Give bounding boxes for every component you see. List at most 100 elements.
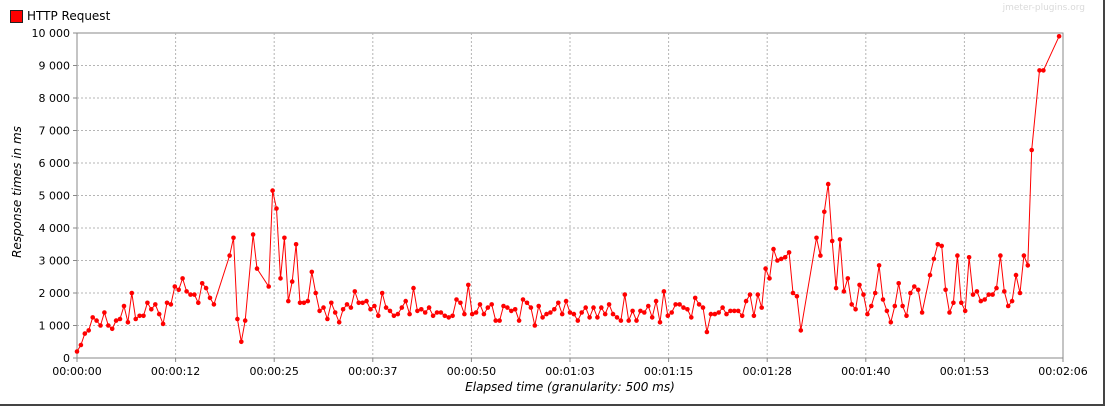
data-point <box>387 308 393 314</box>
data-point <box>724 311 729 317</box>
data-point <box>372 303 377 309</box>
data-point <box>227 253 232 258</box>
data-point <box>497 318 502 323</box>
data-point <box>587 315 592 320</box>
data-point <box>782 254 788 260</box>
data-point <box>207 295 213 301</box>
y-axis: 0 1 000 2 000 3 000 4 000 5 000 6 000 7 000 8 00… <box>32 27 77 365</box>
data-point <box>622 292 628 297</box>
data-point <box>1002 289 1007 294</box>
data-point <box>266 284 272 289</box>
data-point <box>278 276 283 281</box>
data-point <box>908 290 913 296</box>
data-point <box>477 302 483 307</box>
data-point <box>383 305 389 310</box>
data-point <box>947 310 952 315</box>
data-point <box>661 289 667 294</box>
y-tick-label: 3 000 <box>39 255 71 268</box>
data-point <box>199 281 205 286</box>
data-point <box>90 315 95 320</box>
data-point <box>751 313 757 319</box>
data-point <box>505 305 510 310</box>
data-point <box>998 253 1003 258</box>
data-point <box>966 254 972 260</box>
data-point <box>786 250 792 255</box>
data-point <box>579 310 584 315</box>
data-point <box>912 284 917 289</box>
data-point <box>959 300 964 306</box>
data-point <box>841 289 847 294</box>
data-point <box>274 206 279 211</box>
data-point <box>970 292 976 297</box>
y-tick-label: 9 000 <box>39 60 71 73</box>
x-tick-label: 00:01:15 <box>644 365 693 378</box>
data-point <box>145 300 150 306</box>
data-point <box>634 318 639 323</box>
data-point <box>176 287 181 293</box>
data-point <box>430 313 436 319</box>
data-point <box>630 308 635 314</box>
x-tick-label: 00:01:03 <box>545 365 594 378</box>
data-point <box>872 290 878 296</box>
data-point <box>286 298 291 304</box>
data-point <box>1041 68 1046 73</box>
y-tick-label: 7 000 <box>39 125 71 138</box>
data-point <box>943 287 948 293</box>
data-point <box>395 311 401 317</box>
data-point <box>239 339 244 345</box>
data-point <box>595 315 600 320</box>
data-point <box>309 269 315 275</box>
data-point <box>798 328 804 333</box>
data-point <box>348 305 354 310</box>
y-tick-label: 2 000 <box>39 287 71 300</box>
data-point <box>180 276 185 281</box>
line-chart: 0 1 000 2 000 3 000 4 000 5 000 6 000 7 000 8 00… <box>10 27 1088 394</box>
data-point <box>305 298 311 304</box>
data-point <box>771 246 776 252</box>
data-point <box>203 285 209 291</box>
data-point <box>606 302 612 307</box>
data-point <box>168 302 174 307</box>
data-point <box>250 232 256 237</box>
data-point <box>888 320 894 325</box>
data-point <box>880 297 886 302</box>
data-point <box>1013 272 1019 278</box>
data-point <box>102 310 107 315</box>
data-point <box>133 316 138 322</box>
data-point <box>129 290 135 296</box>
x-tick-label: 00:00:37 <box>348 365 397 378</box>
data-point <box>927 272 933 278</box>
data-point <box>556 300 561 306</box>
data-point <box>618 318 624 323</box>
x-tick-label: 00:00:50 <box>447 365 496 378</box>
data-point <box>759 305 764 310</box>
data-point <box>692 295 698 301</box>
data-point <box>552 307 557 312</box>
data-point <box>407 311 412 317</box>
data-point <box>818 253 823 258</box>
data-point <box>829 238 835 244</box>
data-point <box>211 302 217 307</box>
data-point <box>82 331 88 336</box>
data-point <box>528 305 534 310</box>
x-tick-label: 00:01:28 <box>742 365 791 378</box>
data-point <box>1009 298 1015 304</box>
data-point <box>1029 147 1034 153</box>
data-point <box>982 297 987 302</box>
x-tick-label: 00:01:53 <box>940 365 989 378</box>
data-point <box>516 318 522 323</box>
y-tick-label: 8 000 <box>39 92 71 105</box>
x-tick-label: 00:00:25 <box>249 365 298 378</box>
data-point <box>317 308 322 314</box>
data-point <box>548 310 553 315</box>
data-point <box>1025 263 1031 268</box>
data-point <box>763 266 768 271</box>
data-point <box>696 302 702 307</box>
data-point <box>422 310 428 315</box>
data-point <box>735 308 741 314</box>
data-point <box>156 311 162 317</box>
data-point <box>153 302 158 307</box>
data-point <box>833 285 839 291</box>
data-point <box>78 342 84 348</box>
data-point <box>614 315 620 320</box>
